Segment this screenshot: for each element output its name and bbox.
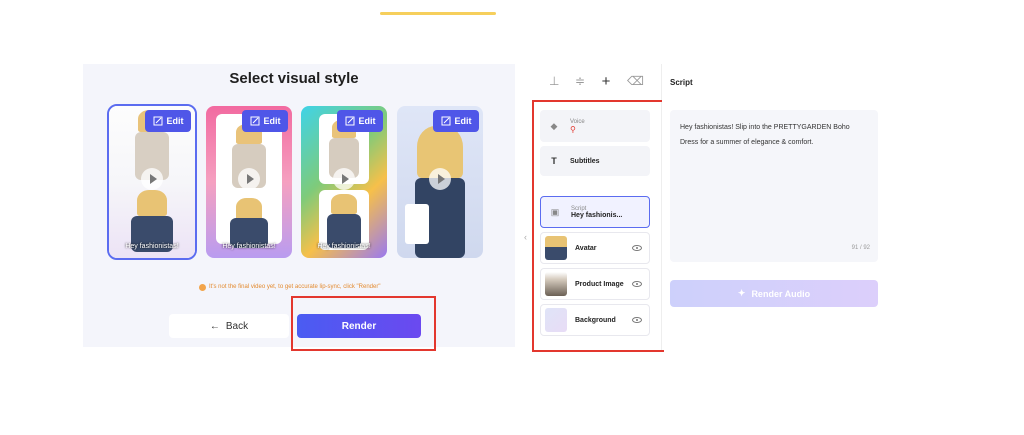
edit-button[interactable]: Edit [433,110,479,132]
card-caption: Hey fashionistas! [317,243,371,250]
render-audio-label: Render Audio [751,288,811,299]
edit-button[interactable]: Edit [145,110,191,132]
align-center-icon[interactable]: ≑ [575,74,585,88]
script-panel-title: Script [670,78,693,87]
collapse-arrow-icon[interactable]: ‹ [524,232,527,242]
script-textarea[interactable]: Hey fashionistas! Slip into the PRETTYGA… [670,110,878,262]
edit-icon [250,116,259,126]
back-button[interactable]: ← Back [169,314,289,338]
render-audio-button[interactable]: ✦ Render Audio [670,280,878,307]
style-card-2[interactable]: Edit Hey fashionistas! [206,106,292,258]
card-caption: Hey fashionistas! [125,243,179,250]
app-screen: Select visual style Edit Hey fashionista… [0,0,1024,435]
play-icon[interactable] [141,168,163,190]
info-icon [199,283,206,291]
progress-accent [380,12,496,15]
visual-style-panel: Select visual style Edit Hey fashionista… [83,64,515,351]
script-text: Hey fashionistas! Slip into the PRETTYGA… [680,124,850,146]
card-caption: Hey fashionistas! [222,243,276,250]
align-bottom-icon[interactable]: ⊥ [549,74,559,88]
back-label: Back [225,320,249,332]
style-card-1[interactable]: Edit Hey fashionistas! [107,104,197,260]
edit-icon [345,116,354,126]
script-panel: Script Hey fashionistas! Slip into the P… [662,64,896,350]
char-counter: 91 / 92 [851,245,870,251]
edit-icon [441,116,450,126]
edit-button[interactable]: Edit [337,110,383,132]
play-icon[interactable] [238,168,260,190]
arrow-left-icon: ← [209,320,220,332]
highlight-layers [532,100,664,352]
edit-label: Edit [454,116,472,126]
edit-label: Edit [358,116,376,126]
add-icon[interactable]: + [601,73,611,90]
edit-icon [153,116,162,126]
edit-button[interactable]: Edit [242,110,288,132]
notice-text: It's not the final video yet, to get acc… [209,284,381,290]
play-icon[interactable] [429,168,451,190]
render-notice: It's not the final video yet, to get acc… [199,281,395,293]
trash-icon[interactable]: ⌫ [627,74,644,88]
highlight-render [291,296,436,351]
style-card-3[interactable]: Edit Hey fashionistas! [301,106,387,258]
edit-label: Edit [263,116,281,126]
sparkle-icon: ✦ [737,288,746,298]
edit-label: Edit [166,116,184,126]
panel-title: Select visual style [229,70,359,87]
style-card-4[interactable]: Edit [397,106,483,258]
layers-toolbar: ⊥ ≑ + ⌫ [524,72,662,90]
play-icon[interactable] [333,168,355,190]
